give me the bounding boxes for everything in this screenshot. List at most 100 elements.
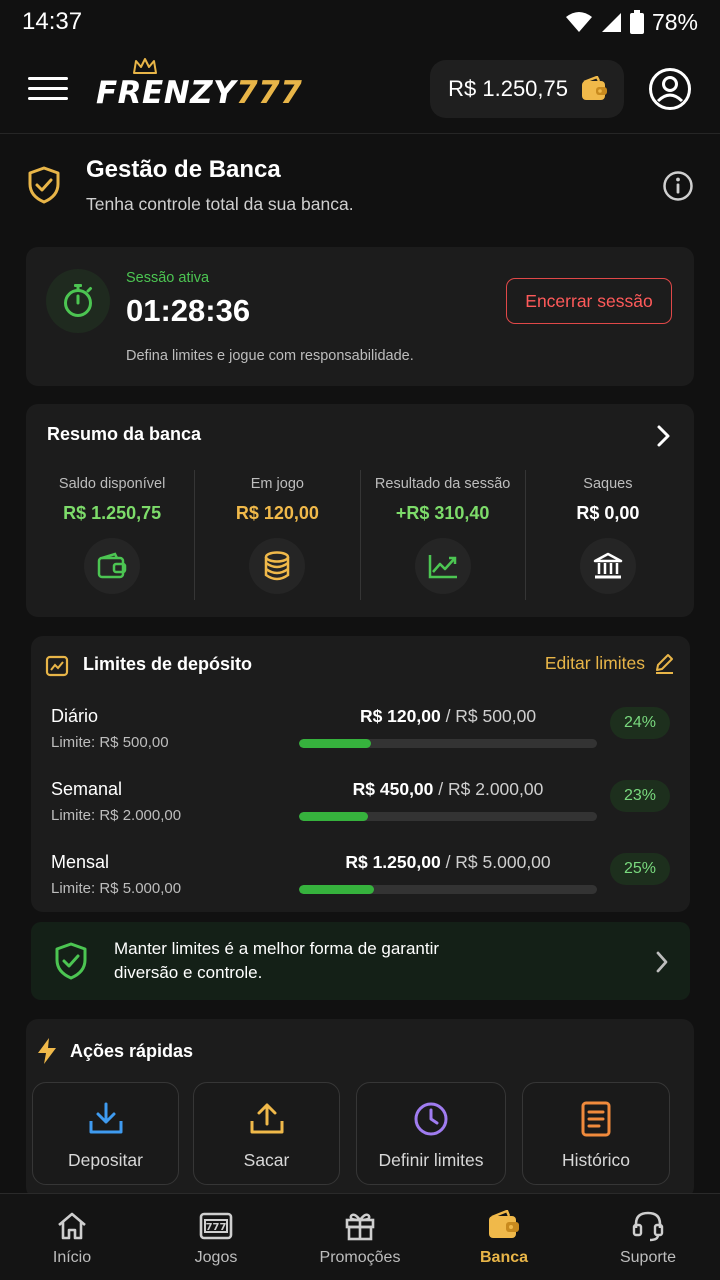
chevron-right-icon[interactable]	[652, 422, 674, 450]
download-icon	[89, 1102, 122, 1134]
limit-chart-icon	[45, 655, 69, 677]
wifi-icon	[565, 12, 592, 32]
summary-icon-badge	[84, 538, 141, 594]
logo-number: 777	[236, 74, 303, 111]
limit-period: Diário	[51, 706, 99, 726]
logo[interactable]: FRENZY777	[96, 57, 303, 111]
limit-total: / R$ 2.000,00	[433, 779, 544, 799]
shield-check-icon	[55, 942, 87, 980]
limit-value: Limite: R$ 2.000,00	[51, 807, 182, 824]
summary-item-balance: Saldo disponível R$ 1.250,75	[30, 470, 194, 600]
wallet-icon	[489, 1210, 519, 1238]
battery-level: 78%	[651, 8, 698, 35]
lightning-icon	[38, 1038, 56, 1064]
home-icon	[58, 1212, 86, 1240]
summary-label: Resultado da sessão	[374, 476, 511, 492]
info-icon[interactable]	[662, 170, 694, 202]
limits-title: Limites de depósito	[83, 654, 253, 674]
summary-item-withdrawals: Saques R$ 0,00	[524, 470, 690, 600]
limit-percent-badge: 23%	[610, 780, 670, 812]
document-icon	[581, 1101, 611, 1137]
trend-up-icon	[428, 555, 457, 579]
chevron-right-icon	[656, 951, 668, 973]
session-card: Sessão ativa 01:28:36 Defina limites e j…	[26, 247, 694, 386]
nav-item-games[interactable]: 777 Jogos	[144, 1194, 288, 1280]
nav-item-promotions[interactable]: Promoções	[288, 1194, 432, 1280]
summary-icon-badge	[249, 538, 306, 594]
profile-icon[interactable]	[648, 67, 692, 111]
menu-icon-bar	[28, 77, 68, 80]
headset-icon	[632, 1211, 664, 1242]
quick-actions-card: Ações rápidas Depositar Sacar Definir li…	[26, 1019, 694, 1199]
quick-action-label: Definir limites	[378, 1150, 484, 1170]
edit-limits-link[interactable]: Editar limites	[545, 652, 675, 674]
quick-action-label: Sacar	[243, 1150, 290, 1170]
quick-actions-header: Ações rápidas	[36, 1037, 193, 1065]
nav-label: Jogos	[194, 1249, 238, 1266]
app-header: FRENZY777 R$ 1.250,75	[0, 44, 720, 134]
end-session-button[interactable]: Encerrar sessão	[506, 278, 672, 324]
limit-percent-badge: 25%	[610, 853, 670, 885]
summary-title: Resumo da banca	[47, 424, 202, 444]
svg-text:777: 777	[206, 1222, 227, 1233]
summary-value: +R$ 310,40	[395, 503, 490, 523]
stopwatch-icon	[64, 284, 92, 317]
limit-usage: R$ 120,00 / R$ 500,00	[299, 706, 597, 727]
limit-progress-fill	[299, 885, 374, 894]
limit-period: Semanal	[51, 779, 123, 799]
bank-summary-card: Resumo da banca Saldo disponível R$ 1.25…	[26, 404, 694, 617]
session-timer: 01:28:36	[126, 293, 251, 328]
tip-text: Manter limites é a melhor forma de garan…	[114, 939, 440, 982]
logo-text: FRENZY	[96, 74, 237, 111]
balance-pill[interactable]: R$ 1.250,75	[430, 59, 624, 118]
limit-used: R$ 450,00	[352, 779, 434, 799]
deposit-limits-card: Limites de depósito Editar limites Diári…	[31, 636, 690, 912]
limit-progress-bar	[299, 885, 597, 894]
page-title: Gestão de Banca	[86, 156, 281, 183]
crown-icon	[133, 57, 157, 74]
status-time: 14:37	[22, 8, 83, 35]
wallet-icon	[97, 552, 127, 579]
status-bar: 14:37 78%	[0, 0, 720, 44]
session-note: Defina limites e jogue com responsabilid…	[126, 348, 414, 364]
summary-icon-badge	[579, 538, 636, 594]
limit-percent-badge: 24%	[610, 707, 670, 739]
responsible-tip-banner[interactable]: Manter limites é a melhor forma de garan…	[31, 922, 690, 1000]
quick-action-label: Depositar	[68, 1150, 143, 1170]
nav-item-bank[interactable]: Banca	[432, 1194, 576, 1280]
menu-icon-bar	[28, 97, 68, 100]
shield-check-icon	[28, 166, 60, 204]
history-button[interactable]: Histórico	[522, 1082, 670, 1185]
battery-icon	[629, 10, 644, 34]
limit-progress-bar	[299, 812, 597, 821]
summary-item-session-result: Resultado da sessão +R$ 310,40	[359, 470, 525, 600]
pencil-icon	[656, 654, 673, 674]
limit-value: Limite: R$ 500,00	[51, 734, 169, 751]
signal-icon	[601, 13, 621, 32]
header-balance: R$ 1.250,75	[448, 75, 568, 101]
limit-total: / R$ 500,00	[440, 706, 537, 726]
summary-label: Em jogo	[250, 476, 304, 492]
wallet-icon	[582, 75, 607, 100]
set-limits-button[interactable]: Definir limites	[356, 1082, 506, 1185]
nav-label: Suporte	[619, 1249, 677, 1266]
bottom-navigation: Início 777 Jogos Promoções Banca Suporte	[0, 1193, 720, 1280]
timer-badge	[46, 269, 110, 333]
limit-row-weekly: Semanal Limite: R$ 2.000,00 R$ 450,00 / …	[31, 779, 690, 839]
deposit-button[interactable]: Depositar	[32, 1082, 179, 1185]
summary-value: R$ 0,00	[576, 503, 640, 523]
withdraw-button[interactable]: Sacar	[193, 1082, 340, 1185]
session-label: Sessão ativa	[126, 270, 210, 286]
gift-icon	[345, 1213, 375, 1241]
menu-button[interactable]	[28, 69, 68, 109]
limit-value: Limite: R$ 5.000,00	[51, 880, 182, 897]
status-icons: 78%	[565, 8, 698, 36]
edit-limits-label: Editar limites	[544, 652, 645, 673]
summary-label: Saques	[583, 476, 633, 492]
limit-used: R$ 1.250,00	[345, 852, 441, 872]
limit-usage: R$ 1.250,00 / R$ 5.000,00	[299, 852, 597, 873]
nav-item-home[interactable]: Início	[0, 1194, 144, 1280]
summary-label: Saldo disponível	[58, 476, 166, 492]
nav-item-support[interactable]: Suporte	[576, 1194, 720, 1280]
page-header: Gestão de Banca Tenha controle total da …	[26, 156, 698, 220]
